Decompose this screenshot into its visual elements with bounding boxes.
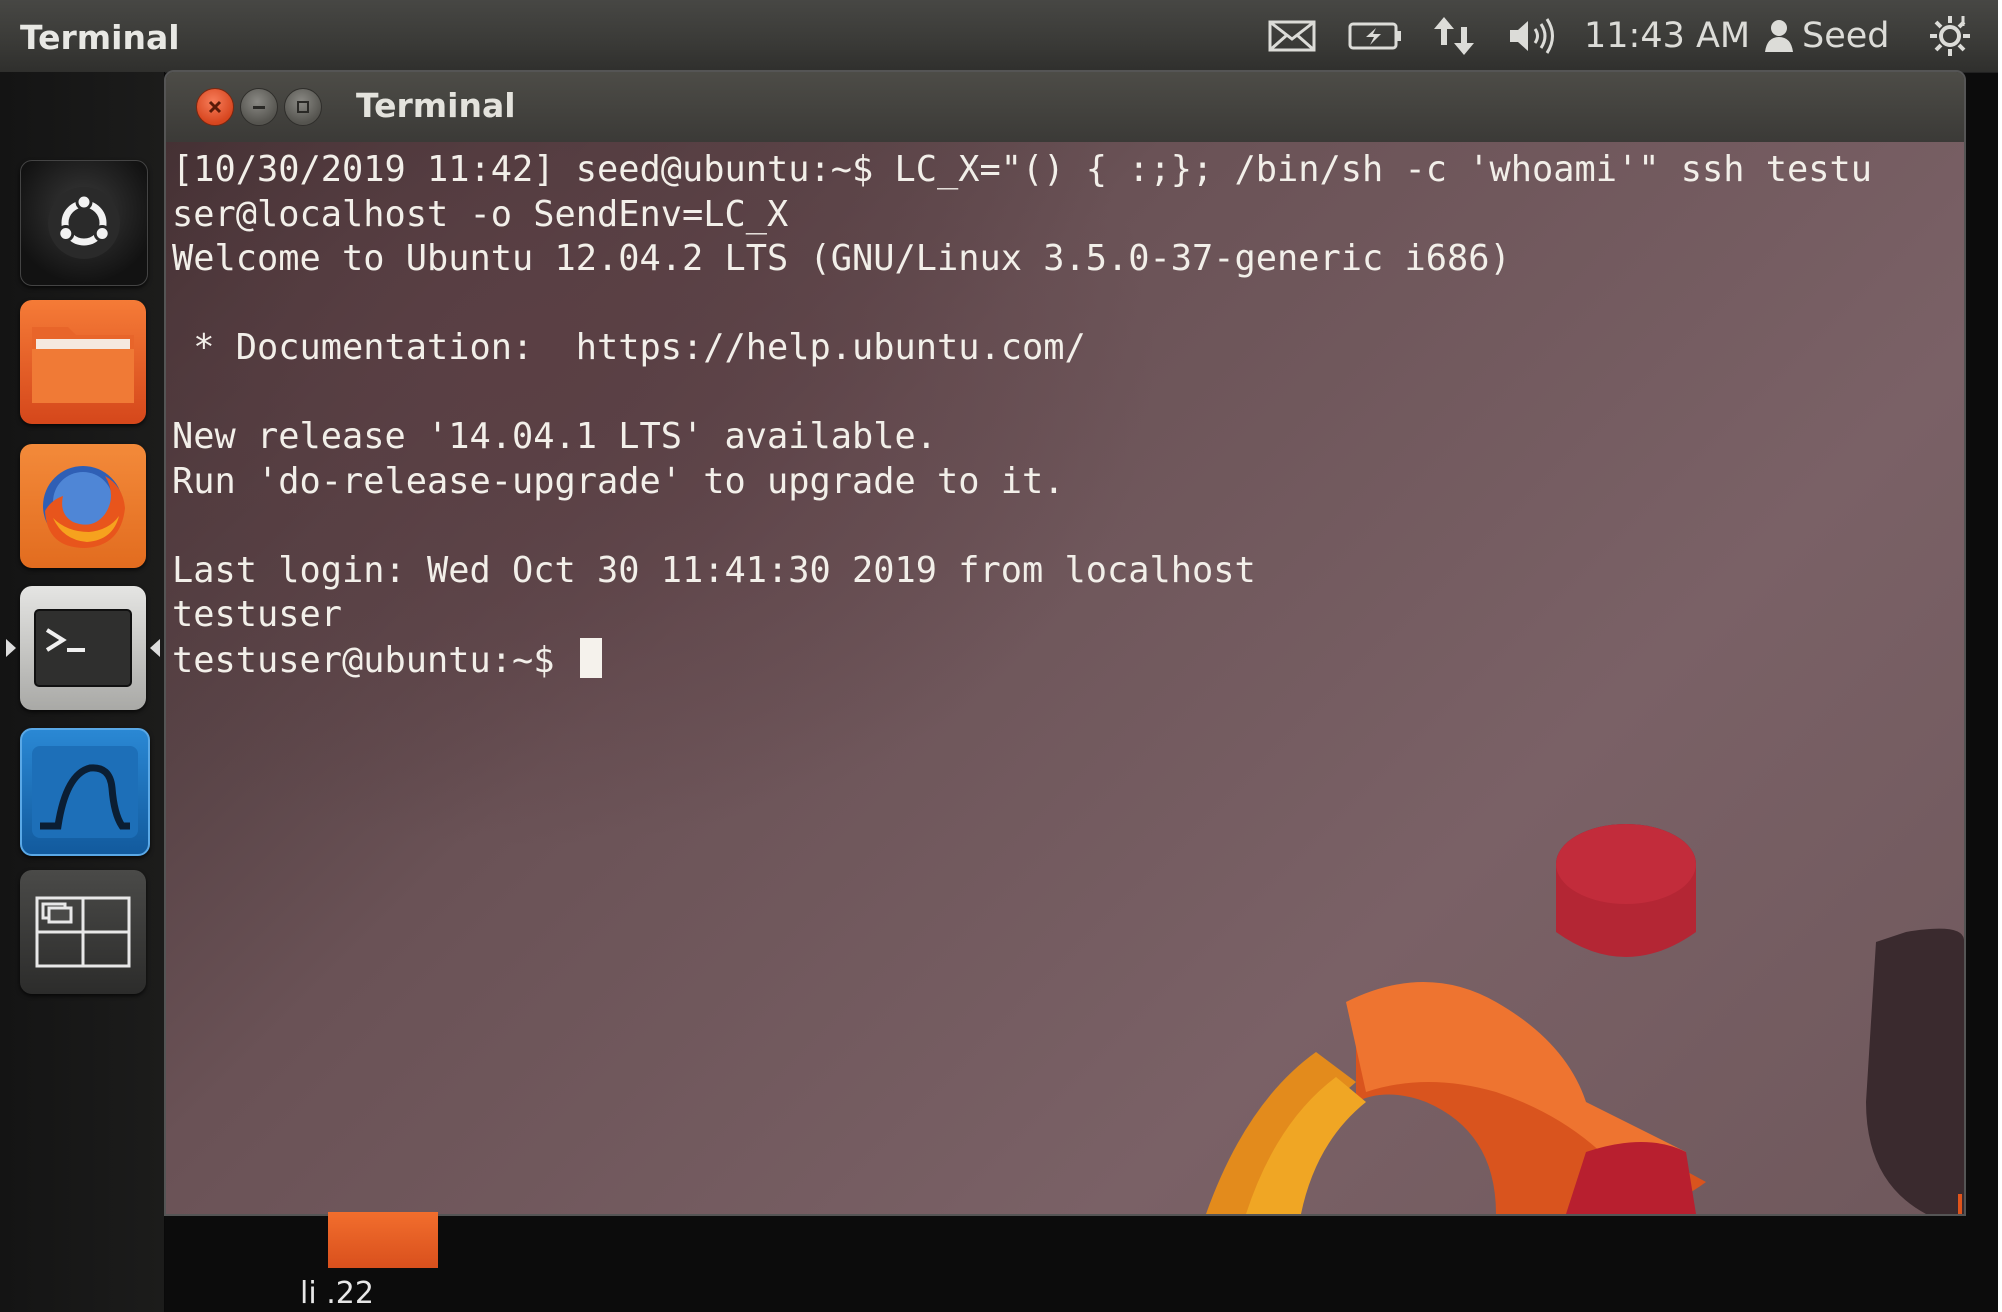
user-menu[interactable]: Seed [1764, 16, 1890, 56]
desktop-screen: Terminal 11:43 AM Seed Terminal [10/30/2… [0, 0, 2002, 1312]
workspace-switcher-button[interactable] [20, 870, 146, 994]
terminal-prompt: testuser@ubuntu:~$ [172, 639, 576, 681]
files-launcher-button[interactable] [20, 300, 146, 424]
terminal-line: * Documentation: https://help.ubuntu.com… [172, 327, 1086, 368]
terminal-text: [10/30/2019 11:42] seed@ubuntu:~$ LC_X="… [172, 148, 1962, 682]
wireshark-fin-icon [32, 746, 138, 838]
user-name: Seed [1802, 16, 1890, 56]
user-icon [1765, 20, 1793, 52]
desktop-icon-label: li .22 [300, 1276, 374, 1311]
dash-home-button[interactable] [20, 160, 148, 286]
window-title: Terminal [356, 86, 516, 125]
folder-icon [32, 327, 134, 403]
terminal-output-area[interactable]: [10/30/2019 11:42] seed@ubuntu:~$ LC_X="… [166, 142, 1964, 1214]
active-indicator-right [150, 639, 160, 657]
terminal-line: Run 'do-release-upgrade' to upgrade to i… [172, 460, 1065, 502]
scrollbar-indicator[interactable] [1958, 1194, 1962, 1214]
wireshark-launcher-button[interactable] [20, 728, 150, 856]
top-panel: Terminal 11:43 AM Seed [0, 0, 2000, 73]
network-icon[interactable] [1432, 16, 1476, 56]
screen-edge [1998, 0, 2002, 1312]
ubuntu-logo-icon [48, 187, 120, 259]
workspaces-icon [35, 896, 131, 968]
terminal-window: Terminal [10/30/2019 11:42] seed@ubuntu:… [164, 70, 1966, 1216]
terminal-prompt-line[interactable]: testuser@ubuntu:~$ [172, 637, 1962, 683]
firefox-launcher-button[interactable] [20, 444, 146, 568]
close-icon [208, 100, 222, 114]
mail-icon[interactable] [1268, 16, 1316, 56]
maximize-icon [297, 101, 309, 113]
terminal-line: testuser [172, 594, 343, 635]
terminal-line: Welcome to Ubuntu 12.04.2 LTS (GNU/Linux… [172, 238, 1511, 279]
firefox-icon [43, 466, 125, 548]
close-button[interactable] [196, 88, 234, 126]
launcher [0, 72, 165, 1312]
window-titlebar[interactable]: Terminal [166, 72, 1964, 142]
terminal-line: New release '14.04.1 LTS' available. [172, 416, 938, 457]
terminal-icon [34, 609, 132, 687]
terminal-line: [10/30/2019 11:42] seed@ubuntu:~$ LC_X="… [172, 149, 1873, 190]
minimize-button[interactable] [240, 88, 278, 126]
terminal-launcher-button[interactable] [20, 586, 146, 710]
minimize-icon [253, 106, 265, 109]
terminal-line: ser@localhost -o SendEnv=LC_X [172, 193, 789, 235]
maximize-button[interactable] [284, 88, 322, 126]
panel-clock[interactable]: 11:43 AM [1584, 16, 1750, 56]
gear-icon[interactable] [1928, 16, 1972, 56]
panel-app-title: Terminal [20, 18, 180, 57]
folder-icon [328, 1212, 438, 1268]
battery-icon[interactable] [1348, 16, 1404, 56]
desktop-icon[interactable]: li .22 [300, 1212, 460, 1312]
terminal-line: Last login: Wed Oct 30 11:41:30 2019 fro… [172, 549, 1256, 591]
text-cursor [579, 637, 602, 678]
volume-icon[interactable] [1508, 16, 1560, 56]
active-indicator-left [6, 639, 16, 657]
